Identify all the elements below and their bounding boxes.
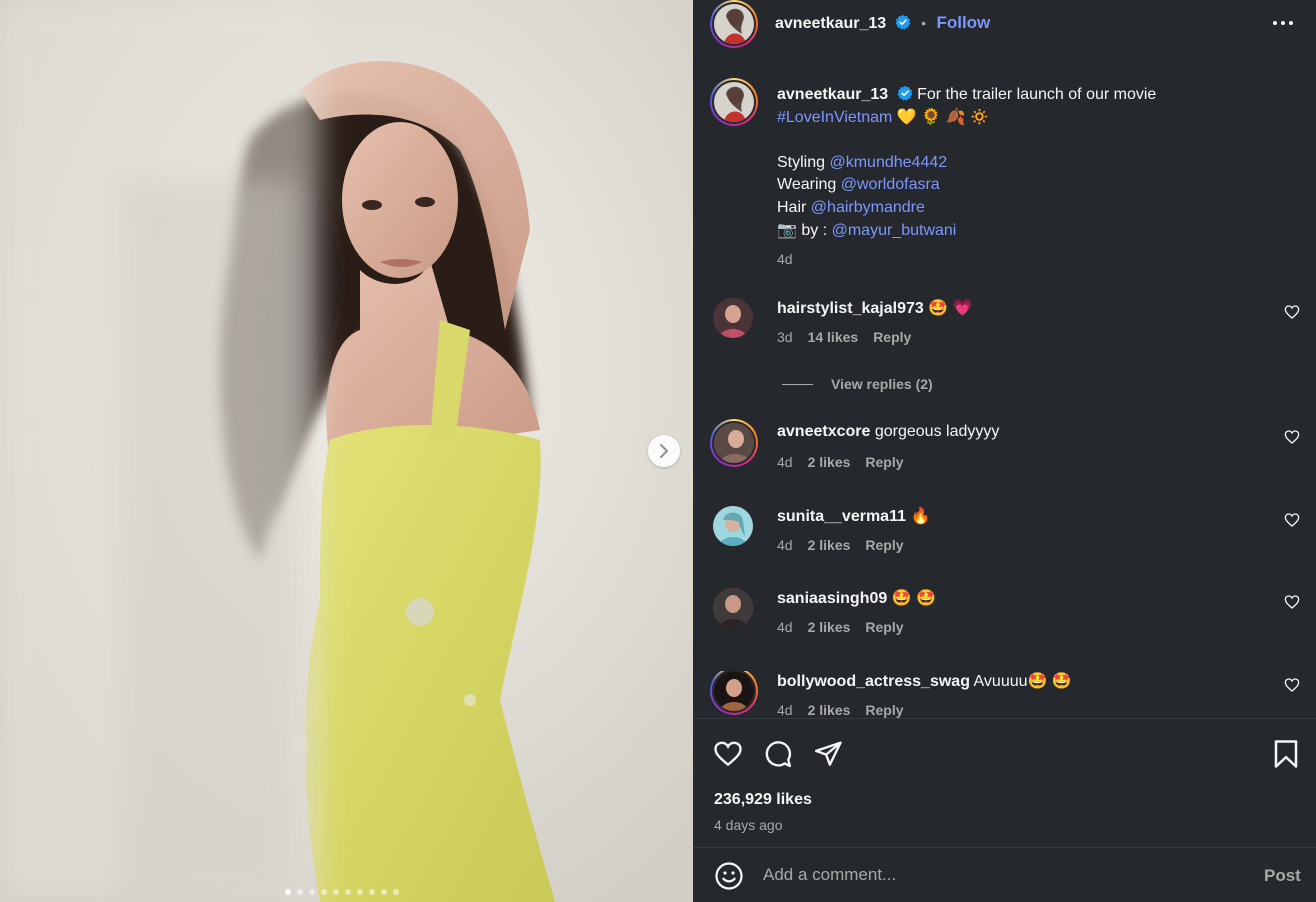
commenter-avatar[interactable]	[713, 588, 753, 628]
comment-like-heart-icon[interactable]	[1284, 677, 1300, 693]
post-actions: 236,929 likes 4 days ago Post	[693, 718, 1316, 902]
comment-text: 🤩 🤩	[891, 590, 937, 607]
avatar-image	[713, 298, 753, 338]
author-username[interactable]: avneetkaur_13	[775, 15, 886, 32]
post-comment-button[interactable]: Post	[1264, 866, 1301, 886]
chevron-right-icon	[660, 444, 668, 458]
view-replies-button[interactable]: View replies (2)	[782, 376, 933, 392]
post-side-panel: avneetkaur_13 • Follow avneetkaur_13 For…	[693, 0, 1316, 902]
comment-likes[interactable]: 2 likes	[808, 454, 851, 470]
comment-time[interactable]: 4d	[777, 619, 793, 635]
mention-link[interactable]: @worldofasra	[841, 176, 940, 193]
commenter-username[interactable]: avneetxcore	[777, 423, 870, 440]
replies-divider	[782, 383, 813, 385]
commenter-username[interactable]: saniaasingh09	[777, 590, 887, 607]
caption-time[interactable]: 4d	[777, 248, 1237, 271]
commenter-avatar[interactable]	[713, 298, 753, 338]
carousel-dot[interactable]	[333, 889, 339, 895]
mention-link[interactable]: @hairbymandre	[811, 199, 925, 216]
commenter-username[interactable]: hairstylist_kajal973	[777, 300, 924, 317]
comment-like-heart-icon[interactable]	[1284, 512, 1300, 528]
comment-item: saniaasingh09 🤩 🤩 4d 2 likes Reply	[693, 588, 1316, 648]
comment-likes[interactable]: 2 likes	[808, 702, 851, 718]
credit-line: Styling @kmundhe4442	[777, 153, 948, 171]
comment-text: Avuuuu🤩 🤩	[973, 673, 1072, 690]
carousel-dot[interactable]	[369, 889, 375, 895]
credit-line: Hair @hairbymandre	[777, 198, 925, 216]
caption-emojis: 💛 🌻 🍂 🔅	[896, 108, 990, 126]
save-bookmark-icon[interactable]	[1272, 739, 1300, 769]
comment-likes[interactable]: 2 likes	[808, 537, 851, 553]
view-replies-label: View replies (2)	[831, 376, 933, 392]
more-options-icon[interactable]	[1272, 16, 1294, 30]
comment-likes[interactable]: 14 likes	[808, 329, 859, 345]
credit-line: 📷 by : @mayur_butwani	[777, 221, 957, 239]
carousel-dot[interactable]	[345, 889, 351, 895]
author-avatar[interactable]	[710, 0, 758, 48]
likes-count[interactable]: 236,929 likes	[714, 791, 812, 809]
hashtag-link[interactable]: #LoveInVietnam	[777, 109, 892, 126]
verified-badge-icon	[895, 14, 911, 30]
comment-time[interactable]: 4d	[777, 454, 793, 470]
caption-author-avatar[interactable]	[710, 78, 758, 126]
next-image-button[interactable]	[648, 435, 680, 467]
comment-time[interactable]: 3d	[777, 329, 793, 345]
share-send-icon[interactable]	[813, 739, 843, 769]
comment-item: avneetxcore gorgeous ladyyyy 4d 2 likes …	[693, 419, 1316, 483]
carousel-dot[interactable]	[393, 889, 399, 895]
avatar-image	[714, 423, 754, 463]
reply-button[interactable]: Reply	[873, 329, 911, 345]
comment-like-heart-icon[interactable]	[1284, 594, 1300, 610]
comment-item: sunita__verma11 🔥 4d 2 likes Reply	[693, 506, 1316, 566]
post-age[interactable]: 4 days ago	[714, 817, 783, 833]
avatar-image	[714, 4, 754, 44]
carousel-dot[interactable]	[285, 889, 291, 895]
mention-link[interactable]: @kmundhe4442	[829, 154, 947, 171]
carousel-dot[interactable]	[357, 889, 363, 895]
carousel-dot[interactable]	[297, 889, 303, 895]
carousel-dot[interactable]	[309, 889, 315, 895]
reply-button[interactable]: Reply	[865, 619, 903, 635]
comment-item: hairstylist_kajal973 🤩 💗 3d 14 likes Rep…	[693, 298, 1316, 358]
emoji-smiley-icon[interactable]	[714, 861, 744, 891]
caption-username[interactable]: avneetkaur_13	[777, 86, 888, 103]
credit-line: Wearing @worldofasra	[777, 176, 940, 194]
follow-button[interactable]: Follow	[936, 13, 990, 32]
caption-line-1: For the trailer launch of our movie	[917, 86, 1157, 103]
comment-likes[interactable]: 2 likes	[808, 619, 851, 635]
avatar-image	[713, 588, 753, 628]
reply-button[interactable]: Reply	[865, 454, 903, 470]
comment-time[interactable]: 4d	[777, 702, 793, 718]
commenter-username[interactable]: bollywood_actress_swag	[777, 673, 970, 690]
comment-text: 🤩 💗	[928, 300, 973, 317]
avatar-image	[713, 506, 753, 546]
post-header: avneetkaur_13 • Follow	[693, 0, 1316, 48]
comment-bubble-icon[interactable]	[763, 739, 793, 769]
avatar-image	[714, 671, 754, 711]
add-comment-bar: Post	[693, 847, 1316, 902]
avatar-image	[714, 82, 754, 122]
mention-link[interactable]: @mayur_butwani	[832, 222, 957, 239]
commenter-username[interactable]: sunita__verma11	[777, 508, 906, 525]
comment-like-heart-icon[interactable]	[1284, 429, 1300, 445]
verified-badge-icon	[897, 85, 913, 101]
post-media[interactable]	[0, 0, 693, 902]
like-heart-icon[interactable]	[713, 739, 743, 769]
carousel-dots	[285, 889, 399, 895]
reply-button[interactable]: Reply	[865, 702, 903, 718]
commenter-avatar[interactable]	[713, 506, 753, 546]
comment-text: gorgeous ladyyyy	[874, 423, 1000, 440]
comment-like-heart-icon[interactable]	[1284, 304, 1300, 320]
post-photo	[0, 0, 693, 902]
carousel-dot[interactable]	[321, 889, 327, 895]
add-comment-input[interactable]	[763, 865, 1243, 885]
caption-text: avneetkaur_13 For the trailer launch of …	[777, 84, 1237, 271]
reply-button[interactable]: Reply	[865, 537, 903, 553]
comment-text: 🔥	[910, 508, 931, 525]
carousel-dot[interactable]	[381, 889, 387, 895]
comment-time[interactable]: 4d	[777, 537, 793, 553]
separator-dot: •	[921, 15, 926, 31]
comment-item: bollywood_actress_swag Avuuuu🤩 🤩 4d 2 li…	[693, 671, 1316, 718]
